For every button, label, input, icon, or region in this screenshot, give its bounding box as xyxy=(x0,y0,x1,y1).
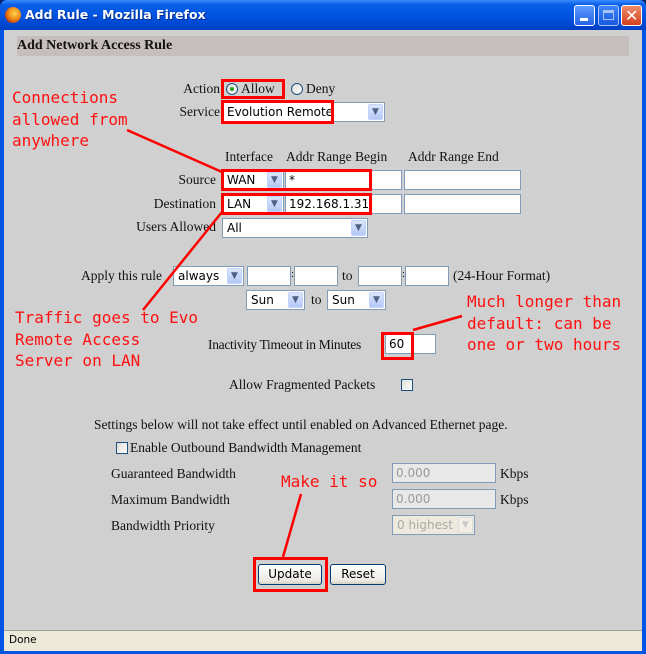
destination-label: Destination xyxy=(153,196,216,211)
allow-fragmented-checkbox[interactable] xyxy=(401,379,413,391)
start-minute-input[interactable] xyxy=(294,266,338,286)
advanced-settings-note: Settings below will not take effect unti… xyxy=(94,417,508,432)
bandwidth-priority-value: 0 highest xyxy=(397,518,453,532)
bandwidth-priority-select[interactable]: 0 highest ▼ xyxy=(392,515,475,535)
inactivity-timeout-input[interactable]: 60 xyxy=(385,334,436,354)
chevron-down-icon: ▼ xyxy=(267,196,282,212)
maximize-button[interactable] xyxy=(598,5,619,26)
users-allowed-label: Users Allowed xyxy=(136,219,216,234)
destination-interface-value: LAN xyxy=(227,197,252,211)
chevron-down-icon: ▼ xyxy=(351,220,366,236)
allow-label: Allow xyxy=(241,81,275,96)
maximum-bandwidth-label: Maximum Bandwidth xyxy=(111,492,230,507)
bandwidth-priority-label: Bandwidth Priority xyxy=(111,518,215,533)
page-heading-bar: Add Network Access Rule xyxy=(17,36,629,56)
deny-radio[interactable] xyxy=(291,83,303,95)
source-interface-select[interactable]: WAN ▼ xyxy=(222,170,284,190)
reset-button[interactable]: Reset xyxy=(330,564,386,585)
guaranteed-bandwidth-label: Guaranteed Bandwidth xyxy=(111,466,236,481)
maximum-bandwidth-input[interactable]: 0.000 xyxy=(392,489,496,509)
guaranteed-unit: Kbps xyxy=(500,466,529,481)
destination-range-end-input[interactable] xyxy=(404,194,521,214)
source-interface-value: WAN xyxy=(227,173,256,187)
service-value: Evolution Remote xyxy=(227,105,334,119)
source-label: Source xyxy=(178,172,217,187)
chevron-down-icon: ▼ xyxy=(227,268,242,284)
chevron-down-icon: ▼ xyxy=(369,292,384,308)
users-allowed-select[interactable]: All ▼ xyxy=(222,218,368,238)
destination-range-begin-input[interactable]: 192.168.1.31 xyxy=(285,194,402,214)
schedule-mode-select[interactable]: always ▼ xyxy=(173,266,244,286)
allow-fragmented-label: Allow Fragmented Packets xyxy=(229,377,376,392)
source-annotation: Connections allowed from anywhere xyxy=(12,88,128,150)
day-to-value: Sun xyxy=(332,293,355,307)
end-hour-input[interactable] xyxy=(358,266,402,286)
enable-bandwidth-checkbox[interactable] xyxy=(116,442,128,454)
chevron-down-icon: ▼ xyxy=(288,292,303,308)
users-allowed-value: All xyxy=(227,221,242,235)
timeout-annotation: Much longer than default: can be one or … xyxy=(467,292,622,354)
time-to-label: to xyxy=(342,268,353,283)
service-label: Service xyxy=(179,104,220,119)
source-range-begin-input[interactable]: * xyxy=(285,170,402,190)
status-text: Done xyxy=(9,634,37,646)
close-icon: ✕ xyxy=(625,6,639,25)
start-hour-input[interactable] xyxy=(247,266,291,286)
enable-bandwidth-label: Enable Outbound Bandwidth Management xyxy=(130,440,362,455)
column-range-begin: Addr Range Begin xyxy=(286,149,388,164)
minimize-button[interactable] xyxy=(574,5,595,26)
update-button[interactable]: Update xyxy=(258,564,322,585)
title-bar[interactable]: Add Rule - Mozilla Firefox ✕ xyxy=(0,0,646,30)
destination-interface-select[interactable]: LAN ▼ xyxy=(222,194,284,214)
day-to-label: to xyxy=(311,292,322,307)
inactivity-timeout-label: Inactivity Timeout in Minutes xyxy=(208,337,361,352)
page-title: Add Network Access Rule xyxy=(17,38,173,53)
time-format-note: (24-Hour Format) xyxy=(453,268,551,283)
status-bar: Done xyxy=(4,630,642,651)
guaranteed-bandwidth-input[interactable]: 0.000 xyxy=(392,463,496,483)
window-title: Add Rule - Mozilla Firefox xyxy=(25,7,206,22)
chevron-down-icon: ▼ xyxy=(267,172,282,188)
schedule-mode-value: always xyxy=(178,269,220,283)
browser-window: Add Rule - Mozilla Firefox ✕ Add Network… xyxy=(0,0,646,654)
firefox-icon xyxy=(5,7,21,23)
apply-rule-label: Apply this rule xyxy=(81,268,162,283)
day-from-value: Sun xyxy=(251,293,274,307)
service-select[interactable]: Evolution Remote ▼ xyxy=(222,102,385,122)
end-minute-input[interactable] xyxy=(405,266,449,286)
column-interface: Interface xyxy=(225,149,273,164)
day-from-select[interactable]: Sun ▼ xyxy=(246,290,305,310)
deny-label: Deny xyxy=(306,81,336,96)
chevron-down-icon: ▼ xyxy=(458,517,473,533)
day-to-select[interactable]: Sun ▼ xyxy=(327,290,386,310)
column-range-end: Addr Range End xyxy=(408,149,499,164)
update-annotation: Make it so xyxy=(281,472,378,491)
source-range-end-input[interactable] xyxy=(404,170,521,190)
action-label: Action xyxy=(183,81,220,96)
allow-radio[interactable] xyxy=(226,83,238,95)
close-button[interactable]: ✕ xyxy=(621,5,642,26)
destination-annotation: Traffic goes to Evo Remote Access Server… xyxy=(15,308,199,370)
minimize-icon xyxy=(580,18,588,21)
maximize-icon xyxy=(603,10,614,20)
chevron-down-icon: ▼ xyxy=(368,104,383,120)
maximum-unit: Kbps xyxy=(500,492,529,507)
